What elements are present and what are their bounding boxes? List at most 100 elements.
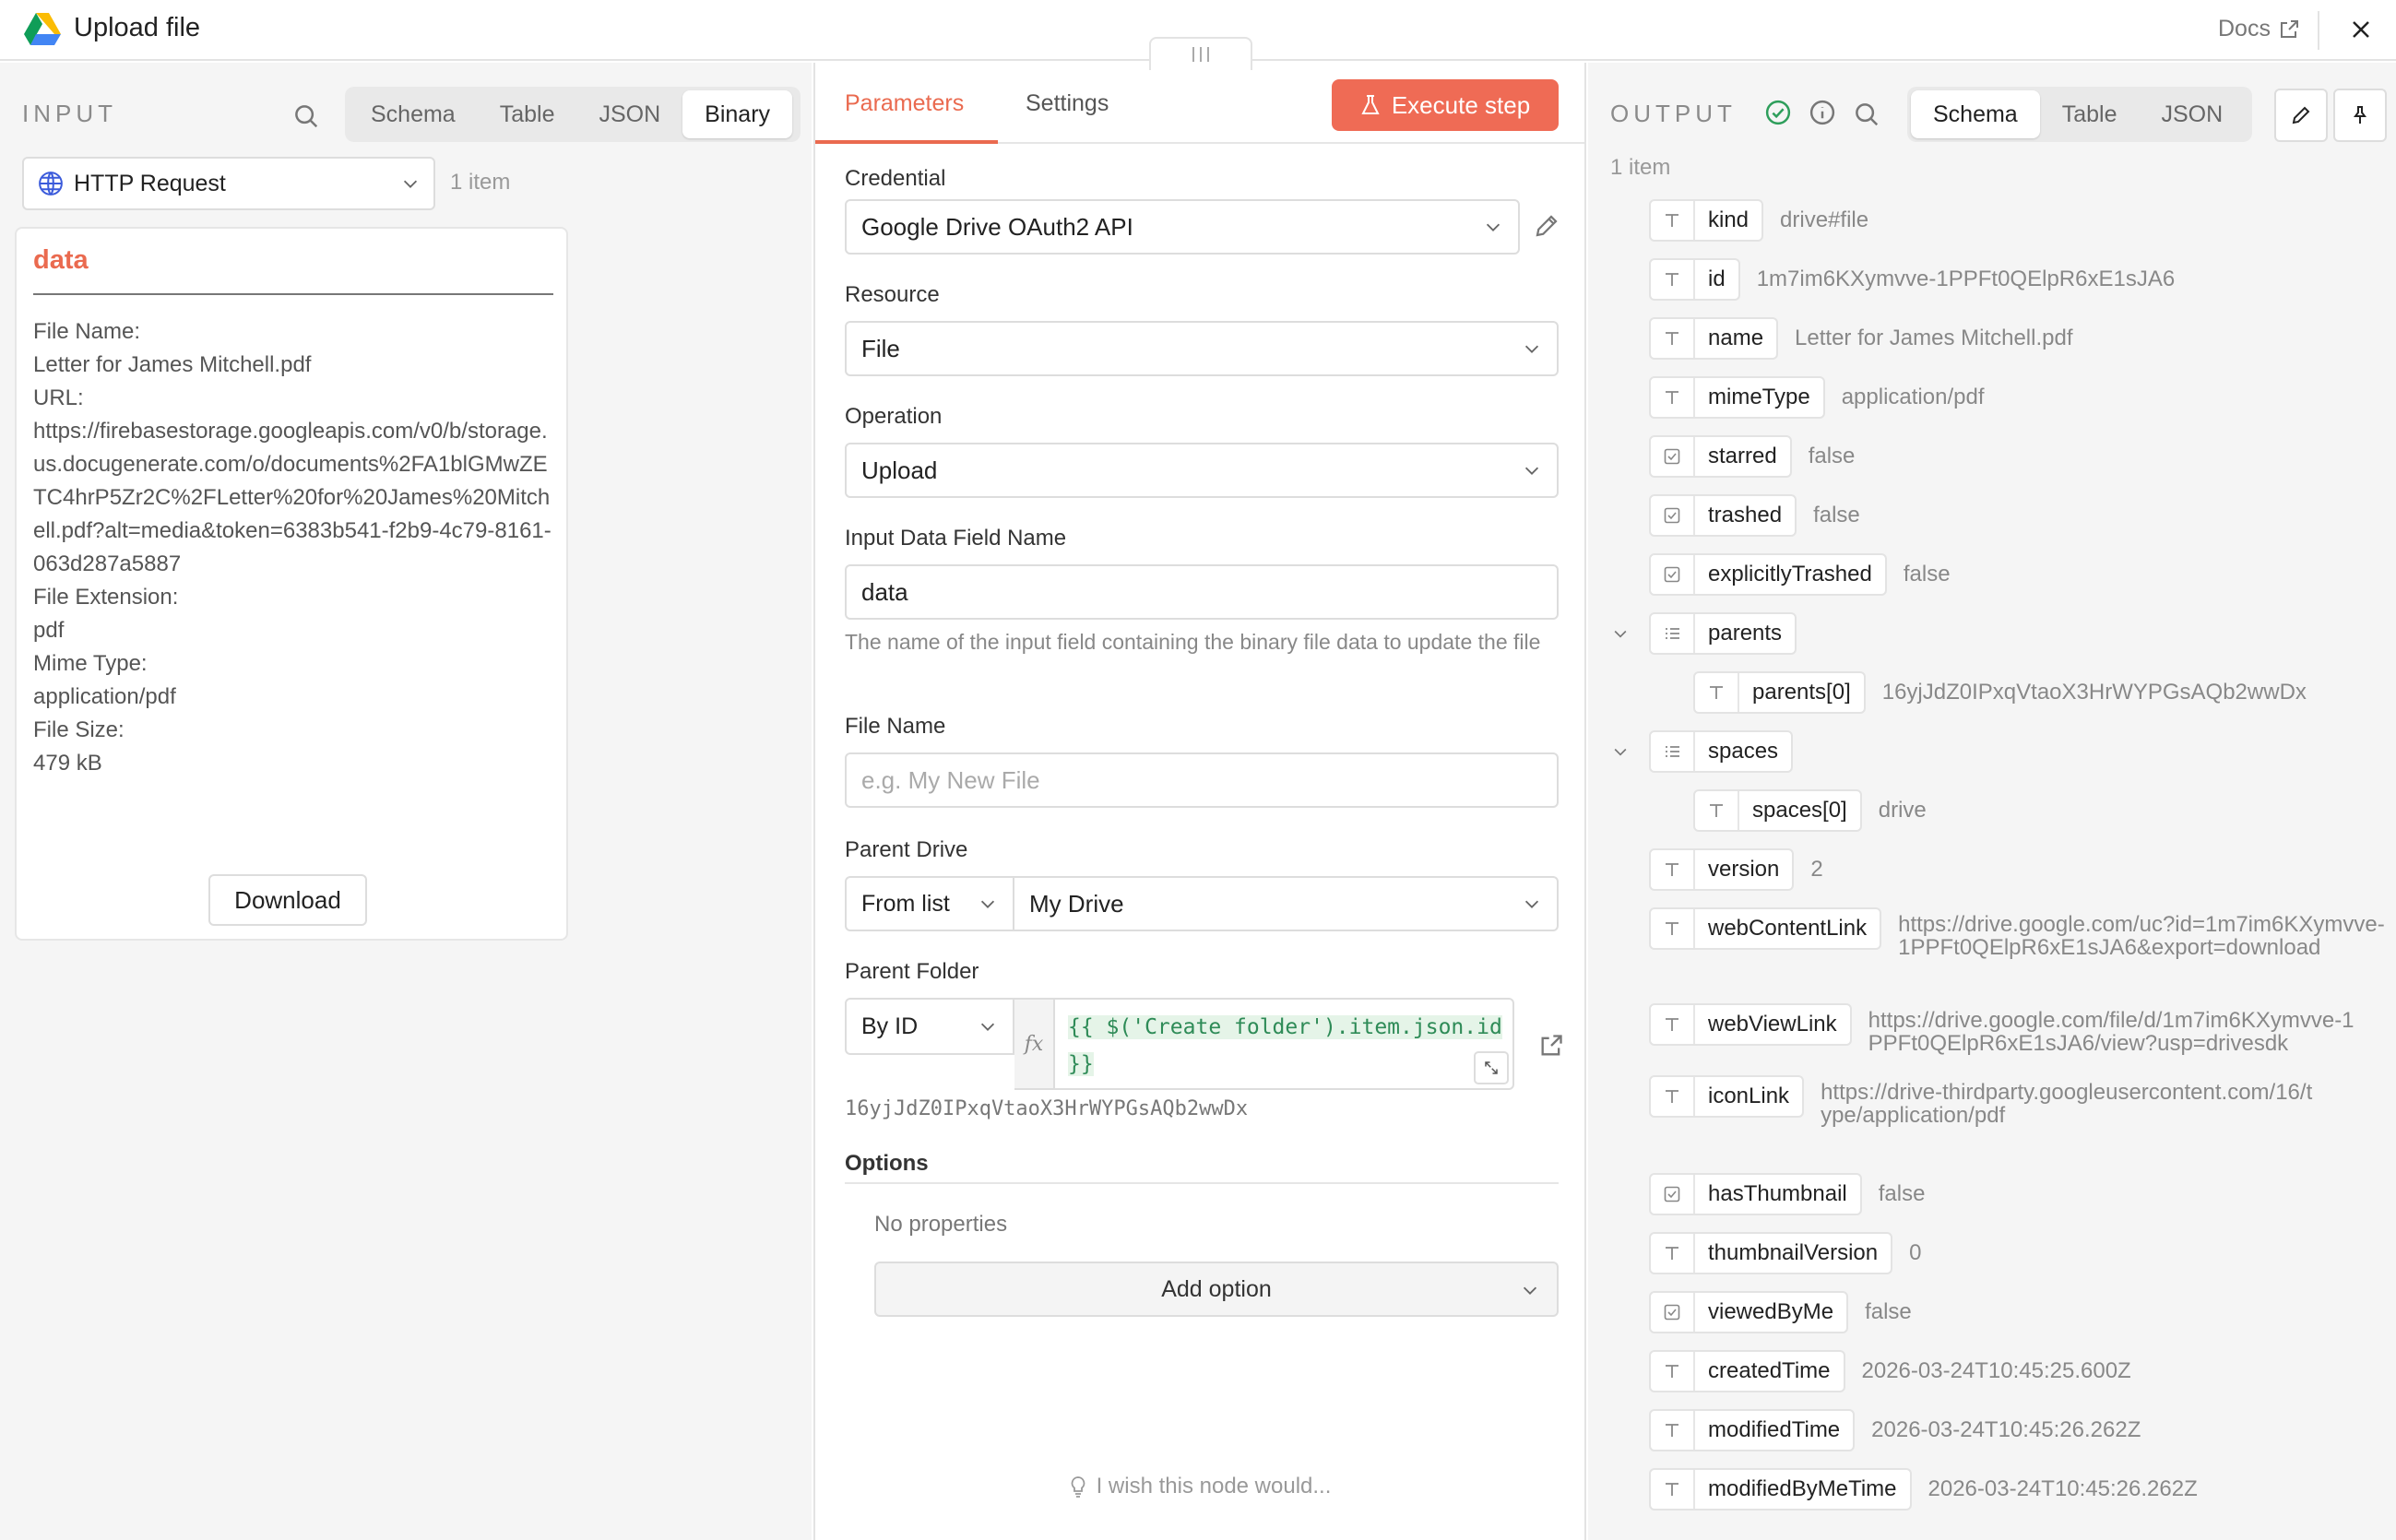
edit-output-button[interactable] — [2274, 89, 2328, 142]
parent-folder-resolved-value: 16yjJdZ0IPxqVtaoX3HrWYPGsAQb2wwDx — [845, 1097, 1249, 1120]
schema-key: webContentLink — [1708, 916, 1868, 941]
add-option-button[interactable]: Add option — [874, 1262, 1559, 1317]
schema-key-pill[interactable]: spaces — [1649, 730, 1794, 773]
schema-value: drive#file — [1780, 207, 1869, 232]
operation-label: Operation — [845, 404, 943, 429]
credential-select[interactable]: Google Drive OAuth2 API — [845, 199, 1520, 255]
schema-value: 2026-03-24T10:45:25.600Z — [1861, 1358, 2131, 1383]
parent-folder-expression: {{ $('Create folder').item.json.id }} — [1068, 1015, 1502, 1076]
output-tab-schema[interactable]: Schema — [1911, 90, 2040, 138]
close-button[interactable] — [2343, 11, 2379, 48]
input-node-select[interactable]: HTTP Request — [22, 157, 435, 210]
type-icon-wrap — [1651, 1005, 1695, 1044]
schema-key-pill[interactable]: starred — [1649, 435, 1792, 478]
type-icon-wrap — [1651, 1470, 1695, 1509]
execute-step-button[interactable]: Execute step — [1332, 79, 1559, 131]
credential-value: Google Drive OAuth2 API — [861, 212, 1133, 241]
schema-key-pill[interactable]: modifiedTime — [1649, 1409, 1856, 1451]
schema-row: parents[0] 16yjJdZ0IPxqVtaoX3HrWYPGsAQb2w… — [1693, 671, 2307, 714]
type-icon-wrap — [1651, 1234, 1695, 1273]
type-icon-wrap — [1695, 791, 1739, 830]
pin-data-button[interactable] — [2333, 89, 2387, 142]
schema-value: https://drive.google.com/file/d/1m7im6KX… — [1868, 1008, 2354, 1056]
file-name-input[interactable]: e.g. My New File — [845, 752, 1559, 808]
tab-settings[interactable]: Settings — [1026, 90, 1109, 117]
output-tab-table[interactable]: Table — [2040, 90, 2140, 138]
meta-label: URL: — [33, 385, 84, 410]
edit-credential-icon[interactable] — [1533, 212, 1560, 240]
output-info[interactable] — [1806, 96, 1839, 129]
schema-key-pill[interactable]: hasThumbnail — [1649, 1173, 1862, 1215]
schema-key-pill[interactable]: id — [1649, 258, 1740, 301]
schema-key-pill[interactable]: kind — [1649, 199, 1764, 242]
collapse-toggle[interactable] — [1607, 620, 1634, 647]
output-search-button[interactable] — [1848, 96, 1885, 133]
input-tab-json[interactable]: JSON — [576, 90, 682, 138]
feedback-link[interactable]: I wish this node would... — [815, 1474, 1584, 1499]
schema-key-pill[interactable]: explicitlyTrashed — [1649, 553, 1887, 596]
schema-key-pill[interactable]: modifiedByMeTime — [1649, 1468, 1912, 1510]
credential-label: Credential — [845, 166, 946, 191]
schema-key-pill[interactable]: webContentLink — [1649, 907, 1882, 950]
meta-value: Letter for James Mitchell.pdf — [33, 352, 312, 377]
meta-value: 479 kB — [33, 751, 102, 776]
schema-key-pill[interactable]: iconLink — [1649, 1075, 1805, 1118]
options-label: Options — [845, 1151, 929, 1176]
search-icon — [1856, 103, 1879, 126]
schema-key-pill[interactable]: thumbnailVersion — [1649, 1232, 1893, 1274]
checkbox-type-icon — [1664, 507, 1680, 524]
panel-drag-handle[interactable] — [1149, 37, 1252, 70]
file-name-placeholder: e.g. My New File — [861, 765, 1040, 794]
input-search-button[interactable] — [288, 98, 325, 135]
schema-key-pill[interactable]: webViewLink — [1649, 1003, 1852, 1046]
schema-row: starred false — [1649, 435, 1855, 478]
feedback-label: I wish this node would... — [1096, 1474, 1332, 1499]
output-tab-json[interactable]: JSON — [2139, 90, 2245, 138]
parent-folder-mode-select[interactable]: By ID — [845, 998, 1014, 1055]
text-type-icon — [1710, 686, 1723, 699]
input-tab-table[interactable]: Table — [478, 90, 577, 138]
schema-key: spaces — [1708, 739, 1779, 764]
input-tab-schema[interactable]: Schema — [349, 90, 478, 138]
schema-key-pill[interactable]: viewedByMe — [1649, 1291, 1849, 1333]
schema-row: explicitlyTrashed false — [1649, 553, 1951, 596]
schema-key-pill[interactable]: mimeType — [1649, 376, 1825, 419]
chevron-down-icon — [1486, 223, 1500, 231]
text-type-icon — [1666, 1424, 1678, 1437]
resource-select[interactable]: File — [845, 321, 1559, 376]
schema-key-pill[interactable]: parents[0] — [1693, 671, 1866, 714]
parent-drive-select[interactable]: My Drive — [1014, 876, 1559, 931]
input-node-label: HTTP Request — [74, 170, 226, 196]
schema-key: name — [1708, 326, 1764, 350]
operation-select[interactable]: Upload — [845, 443, 1559, 498]
schema-key-pill[interactable]: version — [1649, 848, 1795, 891]
parent-folder-expression-input[interactable]: {{ $('Create folder').item.json.id }} — [1055, 998, 1514, 1090]
schema-key-pill[interactable]: name — [1649, 317, 1779, 360]
collapse-toggle[interactable] — [1607, 738, 1634, 765]
pencil-icon — [2292, 106, 2310, 124]
input-tab-binary[interactable]: Binary — [682, 90, 793, 138]
list-type-icon — [1666, 628, 1679, 639]
parent-drive-value: My Drive — [1029, 889, 1124, 918]
docs-link[interactable]: Docs — [2218, 16, 2300, 42]
close-icon — [2353, 21, 2369, 38]
download-button[interactable]: Download — [208, 874, 367, 926]
expand-expression-button[interactable] — [1474, 1051, 1509, 1084]
schema-key-pill[interactable]: trashed — [1649, 494, 1797, 537]
parent-drive-mode-select[interactable]: From list — [845, 876, 1014, 931]
type-icon-wrap — [1651, 260, 1695, 299]
tab-parameters[interactable]: Parameters — [845, 90, 964, 117]
schema-value: 2026-03-24T10:45:26.262Z — [1927, 1476, 2198, 1501]
schema-row: iconLink https://drive-thirdparty.googleu… — [1649, 1075, 2319, 1127]
schema-value: false — [1865, 1299, 1912, 1324]
checkbox-type-icon — [1664, 566, 1680, 583]
open-link-icon[interactable] — [1538, 1033, 1564, 1059]
input-data-field-input[interactable]: data — [845, 564, 1559, 620]
schema-key: id — [1708, 267, 1726, 291]
schema-key-pill[interactable]: parents — [1649, 612, 1797, 655]
output-item-count: 1 item — [1610, 155, 1671, 180]
schema-key-pill[interactable]: createdTime — [1649, 1350, 1845, 1392]
type-icon-wrap — [1651, 850, 1695, 889]
schema-key: thumbnailVersion — [1708, 1240, 1879, 1265]
schema-key-pill[interactable]: spaces[0] — [1693, 789, 1862, 832]
